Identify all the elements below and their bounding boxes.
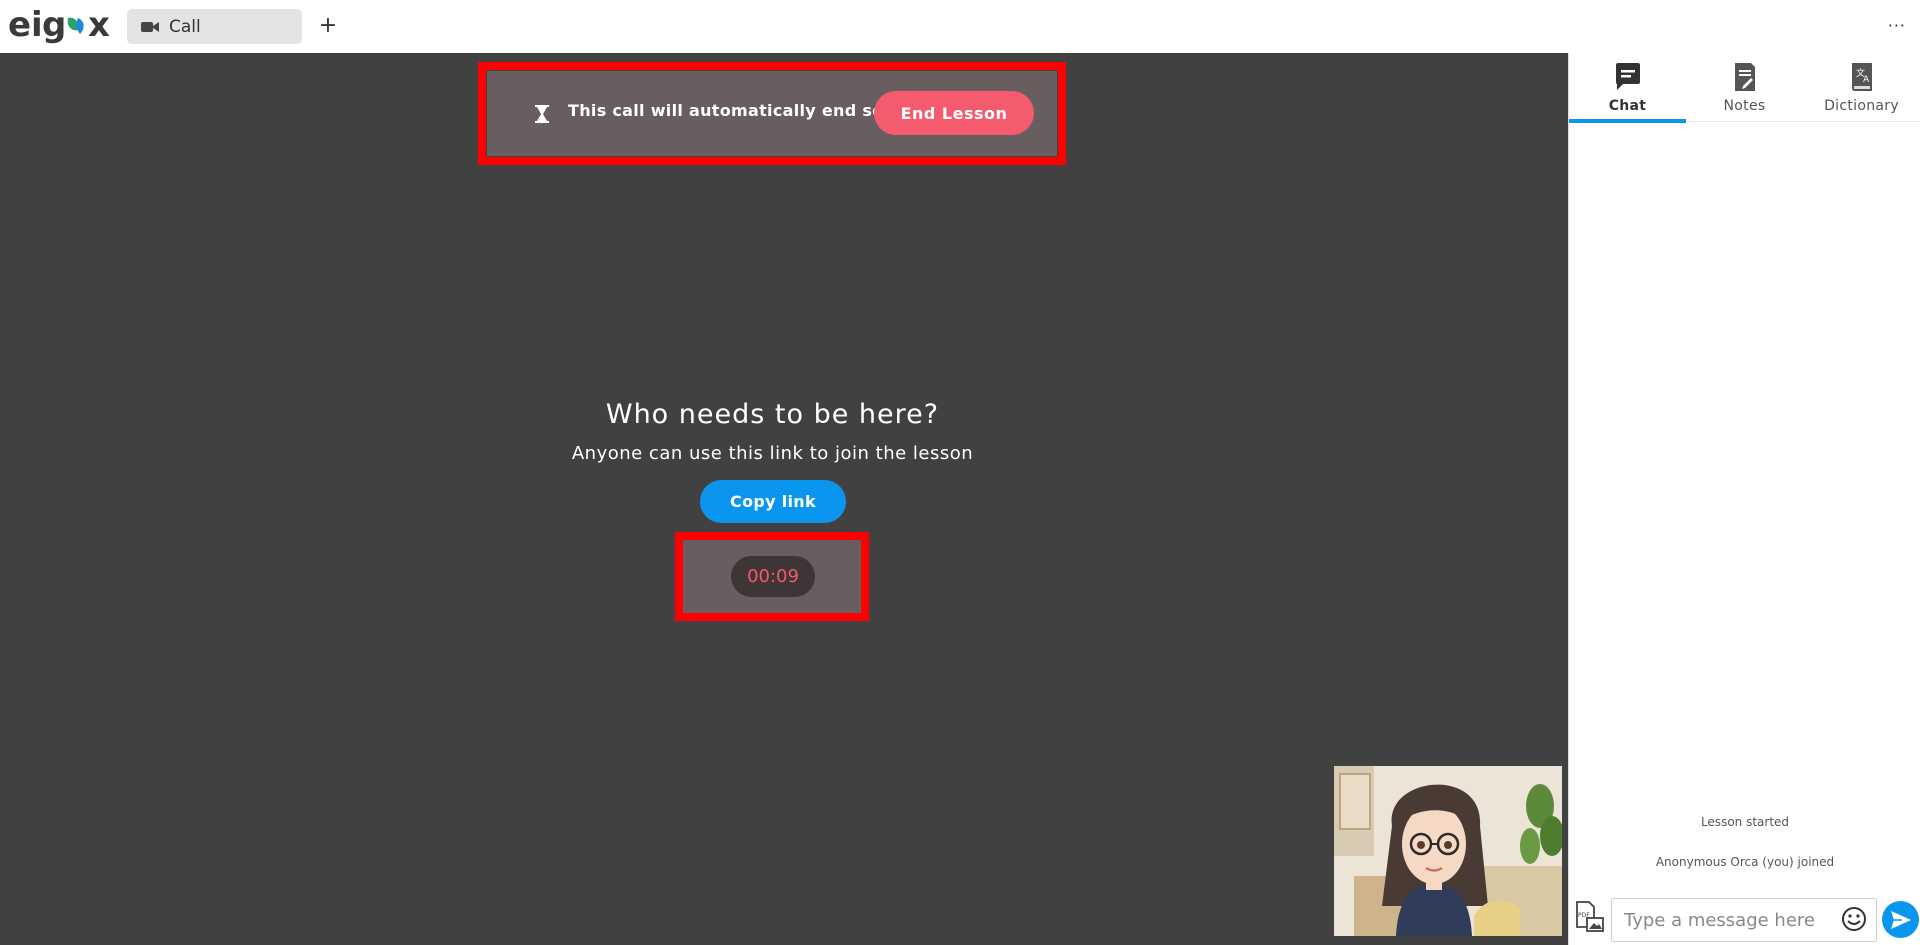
copy-link-button[interactable]: Copy link — [700, 480, 846, 523]
chat-composer: PDF — [1569, 895, 1920, 945]
video-camera-icon — [141, 21, 159, 32]
call-timer: 00:09 — [731, 556, 815, 597]
auto-end-banner: This call will automatically end soon En… — [487, 71, 1057, 156]
tab-chat-label: Chat — [1608, 98, 1647, 114]
svg-text:A: A — [1863, 75, 1870, 85]
message-input[interactable] — [1611, 898, 1877, 942]
timer-container: 00:09 — [683, 540, 861, 613]
chat-icon — [1615, 63, 1640, 90]
tab-dictionary[interactable]: 文 A Dictionary — [1803, 53, 1920, 122]
notes-icon — [1734, 63, 1755, 91]
system-message-user-joined: Anonymous Orca (you) joined — [1655, 855, 1835, 869]
call-stage: This call will automatically end soon En… — [0, 53, 1568, 945]
active-tab-indicator — [1569, 119, 1686, 123]
more-options-button[interactable]: ··· — [1888, 12, 1906, 40]
invite-title: Who needs to be here? — [605, 399, 940, 430]
side-panel-tabs: Chat Notes 文 A Dictionary — [1569, 53, 1920, 123]
svg-text:g: g — [42, 5, 66, 44]
tab-notes-label: Notes — [1723, 98, 1766, 114]
dictionary-icon: 文 A — [1851, 63, 1872, 91]
tab-dictionary-label: Dictionary — [1824, 98, 1899, 114]
side-panel: Chat Notes 文 A Dictionary Lesson started… — [1568, 53, 1920, 945]
system-message-lesson-started: Lesson started — [1700, 815, 1790, 829]
hourglass-icon — [535, 105, 549, 123]
svg-text:ei: ei — [8, 5, 43, 44]
end-lesson-button[interactable]: End Lesson — [874, 91, 1034, 135]
send-icon — [1890, 910, 1911, 929]
emoji-icon[interactable] — [1841, 906, 1867, 932]
tab-chat[interactable]: Chat — [1569, 53, 1686, 123]
self-video-preview[interactable] — [1334, 766, 1562, 936]
tab-call-label: Call — [169, 16, 201, 37]
tab-call[interactable]: Call — [127, 9, 302, 44]
eigox-logo-mark: ei g x — [8, 5, 110, 44]
eigox-logo[interactable]: ei g x — [8, 4, 118, 44]
send-button[interactable] — [1882, 901, 1919, 938]
invite-subtitle: Anyone can use this link to join the les… — [571, 443, 974, 464]
svg-text:x: x — [88, 5, 110, 44]
avatar-illustration — [1334, 766, 1562, 936]
auto-end-message: This call will automatically end soon — [568, 101, 907, 120]
tab-notes[interactable]: Notes — [1686, 53, 1803, 122]
top-bar: ei g x Call + ··· — [0, 0, 1920, 53]
attach-file-icon[interactable]: PDF — [1575, 901, 1605, 933]
add-tab-button[interactable]: + — [318, 12, 338, 40]
